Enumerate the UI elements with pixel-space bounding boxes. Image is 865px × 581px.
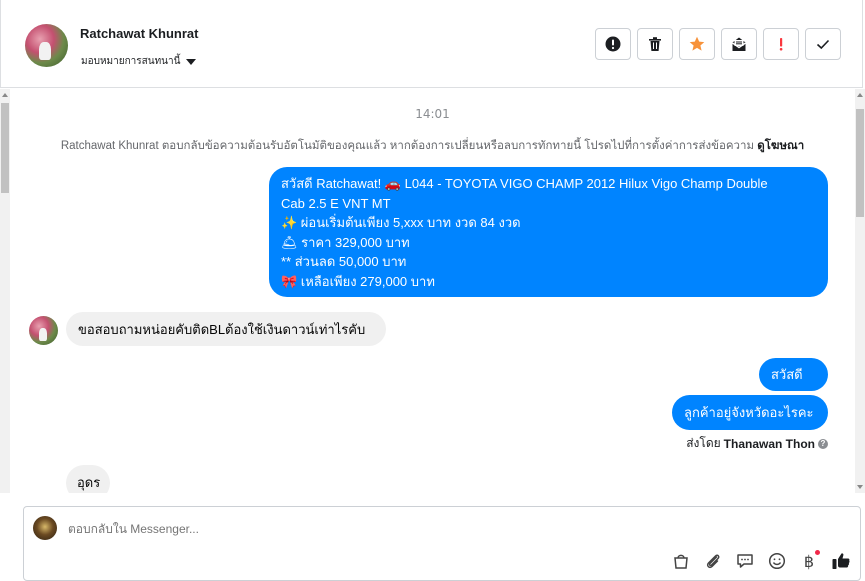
message-composer: ฿ <box>23 506 861 581</box>
like-button[interactable] <box>830 550 852 572</box>
notification-dot <box>815 550 820 555</box>
mark-important-button[interactable] <box>763 28 799 60</box>
report-spam-button[interactable] <box>595 28 631 60</box>
info-icon[interactable]: ? <box>818 438 828 449</box>
payment-button[interactable]: ฿ <box>798 550 820 572</box>
contact-name[interactable]: Ratchawat Khunrat <box>80 26 198 41</box>
smiley-icon <box>768 552 786 570</box>
promo-line: 🎀 เหลือเพียง 279,000 บาท <box>281 273 435 289</box>
composer-tools: ฿ <box>670 550 852 572</box>
sender-name[interactable]: Thanawan Thon <box>724 437 815 451</box>
star-button[interactable] <box>679 28 715 60</box>
delete-button[interactable] <box>637 28 673 60</box>
envelope-icon <box>732 37 746 51</box>
promo-line: Cab 2.5 E VNT MT <box>281 195 391 211</box>
contact-avatar[interactable] <box>25 24 68 67</box>
star-icon <box>689 36 705 51</box>
outgoing-message: ลูกค้าอยู่จังหวัดอะไรคะ <box>672 395 828 430</box>
scroll-up-arrow-icon[interactable] <box>857 93 863 97</box>
promo-line: 🛎 ราคา 329,000 บาท <box>281 234 410 250</box>
outgoing-message: สวัสดีคะ <box>759 358 828 402</box>
header-actions <box>595 28 841 60</box>
promo-line: สวัสดี Ratchawat! 🚗 L044 - TOYOTA VIGO C… <box>281 176 768 191</box>
checkmark-icon <box>816 39 830 50</box>
saved-replies-button[interactable] <box>734 550 756 572</box>
incoming-message: ขอสอบถามหน่อยคับติดBLต้องใช้เงินดาวน์เท่… <box>66 312 386 346</box>
caret-down-icon <box>186 58 197 65</box>
conversation-header: Ratchawat Khunrat มอบหมายการสนทนานี้ <box>0 0 863 88</box>
scroll-up-arrow-icon[interactable] <box>2 93 8 97</box>
auto-reply-notice: Ratchawat Khunrat ตอบกลับข้อความต้อนรับอ… <box>0 137 865 155</box>
sent-by-label: ส่งโดย <box>686 436 721 450</box>
assign-label: มอบหมายการสนทนานี้ <box>81 56 181 67</box>
assign-conversation-dropdown[interactable]: มอบหมายการสนทนานี้ <box>81 54 197 69</box>
conversation-thread[interactable]: 14:01 Ratchawat Khunrat ตอบกลับข้อความต้… <box>0 89 865 493</box>
trash-icon <box>649 37 661 51</box>
scrollbar-thumb[interactable] <box>856 109 864 217</box>
outgoing-message-promo: สวัสดี Ratchawat! 🚗 L044 - TOYOTA VIGO C… <box>269 167 828 297</box>
exclamation-circle-icon <box>605 36 621 52</box>
incoming-message: อุดร <box>66 465 110 493</box>
mark-unread-button[interactable] <box>721 28 757 60</box>
view-ad-link[interactable]: ดูโฆษณา <box>757 140 804 152</box>
sent-by-info: ส่งโดย Thanawan Thon ? <box>686 434 828 453</box>
shopping-bag-button[interactable] <box>670 550 692 572</box>
mark-done-button[interactable] <box>805 28 841 60</box>
promo-line: ** ส่วนลด 50,000 บาท <box>281 254 407 269</box>
attach-button[interactable] <box>702 550 724 572</box>
shopping-bag-icon <box>674 554 688 569</box>
chat-bubble-icon <box>737 554 753 568</box>
scroll-down-arrow-icon[interactable] <box>857 485 863 489</box>
emoji-button[interactable] <box>766 550 788 572</box>
contact-avatar-small[interactable] <box>29 316 58 345</box>
paperclip-icon <box>706 554 720 569</box>
exclamation-icon <box>779 38 783 51</box>
reply-input[interactable] <box>68 522 768 536</box>
promo-line: ✨ ผ่อนเริ่มต้นเพียง 5,xxx บาท งวด 84 งวด <box>281 215 521 230</box>
page-avatar <box>33 516 57 540</box>
baht-icon: ฿ <box>803 551 815 571</box>
message-timestamp: 14:01 <box>415 107 450 121</box>
notice-text: Ratchawat Khunrat ตอบกลับข้อความต้อนรับอ… <box>60 140 755 152</box>
thumbs-up-icon <box>832 553 850 569</box>
